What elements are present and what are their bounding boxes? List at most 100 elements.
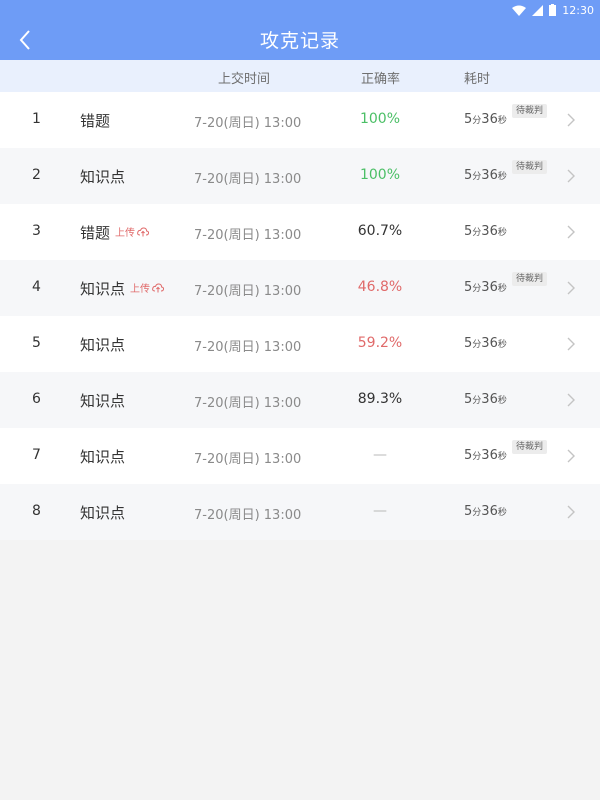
record-row[interactable]: 5 知识点 7-20(周日) 13:00 59.2% 5分36秒	[0, 316, 600, 372]
row-name-text: 知识点	[80, 280, 126, 298]
wifi-icon	[512, 5, 527, 16]
row-name-text: 知识点	[80, 336, 126, 354]
pending-review-badge: 待裁判	[512, 440, 548, 454]
row-submit-time: 7-20(周日) 13:00	[194, 228, 302, 243]
second-unit: 秒	[497, 340, 507, 350]
row-name: 知识点 上传	[80, 278, 165, 299]
row-accuracy: —	[373, 447, 387, 463]
row-name-text: 知识点	[80, 392, 126, 410]
row-name-text: 知识点	[80, 504, 126, 522]
minute-unit: 分	[472, 284, 482, 294]
upload-label: 上传	[115, 228, 136, 239]
row-accuracy: 60.7%	[357, 223, 403, 239]
row-accuracy: 46.8%	[357, 279, 403, 295]
row-duration: 5分36秒	[464, 336, 507, 351]
minute-unit: 分	[472, 116, 482, 126]
upload-tag: 上传	[130, 280, 165, 295]
duration-seconds: 36	[481, 168, 498, 183]
second-unit: 秒	[497, 452, 507, 462]
second-unit: 秒	[497, 284, 507, 294]
row-index: 2	[32, 167, 41, 183]
row-index: 1	[32, 111, 41, 127]
row-index: 7	[32, 447, 41, 463]
chevron-right-icon[interactable]	[566, 168, 576, 184]
row-duration: 5分36秒	[464, 112, 507, 127]
chevron-right-icon[interactable]	[566, 224, 576, 240]
minute-unit: 分	[472, 508, 482, 518]
table-header: 上交时间 正确率 耗时	[0, 60, 600, 92]
signal-icon	[532, 4, 544, 16]
record-list: 1 错题 7-20(周日) 13:00 100% 5分36秒 待裁判 2 知识点 7-20(周日…	[0, 92, 600, 540]
row-submit-time: 7-20(周日) 13:00	[194, 396, 302, 411]
row-name: 知识点	[80, 334, 125, 355]
chevron-right-icon[interactable]	[566, 280, 576, 296]
column-duration: 耗时	[464, 72, 491, 87]
row-duration: 5分36秒	[464, 224, 507, 239]
minute-unit: 分	[472, 452, 482, 462]
row-index: 8	[32, 503, 41, 519]
row-accuracy: 59.2%	[357, 335, 403, 351]
upload-label: 上传	[130, 284, 151, 295]
chevron-right-icon[interactable]	[566, 448, 576, 464]
minute-unit: 分	[472, 340, 482, 350]
chevron-right-icon[interactable]	[566, 504, 576, 520]
row-accuracy: 100%	[359, 167, 401, 183]
row-index: 5	[32, 335, 41, 351]
row-duration: 5分36秒	[464, 448, 507, 463]
duration-seconds: 36	[481, 280, 498, 295]
cloud-upload-icon	[137, 226, 150, 236]
pending-review-badge: 待裁判	[512, 160, 548, 174]
duration-seconds: 36	[481, 224, 498, 239]
record-row[interactable]: 3 错题 上传 7-20(周日) 13:00 60.7% 5分36秒	[0, 204, 600, 260]
record-row[interactable]: 2 知识点 7-20(周日) 13:00 100% 5分36秒 待裁判	[0, 148, 600, 204]
row-name-text: 错题	[80, 224, 111, 242]
duration-seconds: 36	[481, 112, 498, 127]
record-row[interactable]: 7 知识点 7-20(周日) 13:00 — 5分36秒 待裁判	[0, 428, 600, 484]
record-row[interactable]: 4 知识点 上传 7-20(周日) 13:00 46.8% 5分36秒 待裁判	[0, 260, 600, 316]
page-title: 攻克记录	[259, 30, 340, 52]
row-name: 知识点	[80, 390, 125, 411]
row-duration: 5分36秒	[464, 280, 507, 295]
duration-seconds: 36	[481, 504, 498, 519]
status-icons: 12:30	[512, 2, 594, 18]
minute-unit: 分	[472, 396, 482, 406]
second-unit: 秒	[497, 508, 507, 518]
row-name: 错题 上传	[80, 222, 150, 243]
row-index: 3	[32, 223, 41, 239]
minute-unit: 分	[472, 172, 482, 182]
duration-seconds: 36	[481, 448, 498, 463]
pending-review-badge: 待裁判	[512, 272, 548, 286]
app-header: 攻克记录	[0, 20, 600, 60]
row-name: 错题	[80, 110, 110, 131]
row-index: 4	[32, 279, 41, 295]
row-name-text: 知识点	[80, 448, 126, 466]
upload-tag: 上传	[115, 224, 150, 239]
duration-seconds: 36	[481, 336, 498, 351]
row-duration: 5分36秒	[464, 504, 507, 519]
second-unit: 秒	[497, 228, 507, 238]
status-bar: 12:30	[0, 0, 600, 20]
row-duration: 5分36秒	[464, 392, 507, 407]
pending-review-badge: 待裁判	[512, 104, 548, 118]
row-submit-time: 7-20(周日) 13:00	[194, 116, 302, 131]
chevron-right-icon[interactable]	[566, 336, 576, 352]
duration-seconds: 36	[481, 392, 498, 407]
column-accuracy: 正确率	[361, 72, 401, 87]
row-index: 6	[32, 391, 41, 407]
record-row[interactable]: 6 知识点 7-20(周日) 13:00 89.3% 5分36秒	[0, 372, 600, 428]
row-accuracy: 100%	[359, 111, 401, 127]
chevron-right-icon[interactable]	[566, 112, 576, 128]
row-submit-time: 7-20(周日) 13:00	[194, 284, 302, 299]
row-name: 知识点	[80, 166, 125, 187]
column-submit-time: 上交时间	[218, 72, 271, 87]
row-name-text: 错题	[80, 112, 111, 130]
record-row[interactable]: 8 知识点 7-20(周日) 13:00 — 5分36秒	[0, 484, 600, 540]
record-row[interactable]: 1 错题 7-20(周日) 13:00 100% 5分36秒 待裁判	[0, 92, 600, 148]
row-submit-time: 7-20(周日) 13:00	[194, 508, 302, 523]
second-unit: 秒	[497, 116, 507, 126]
row-accuracy: 89.3%	[357, 391, 403, 407]
chevron-right-icon[interactable]	[566, 392, 576, 408]
row-submit-time: 7-20(周日) 13:00	[194, 340, 302, 355]
row-accuracy: —	[373, 503, 387, 519]
row-submit-time: 7-20(周日) 13:00	[194, 172, 302, 187]
